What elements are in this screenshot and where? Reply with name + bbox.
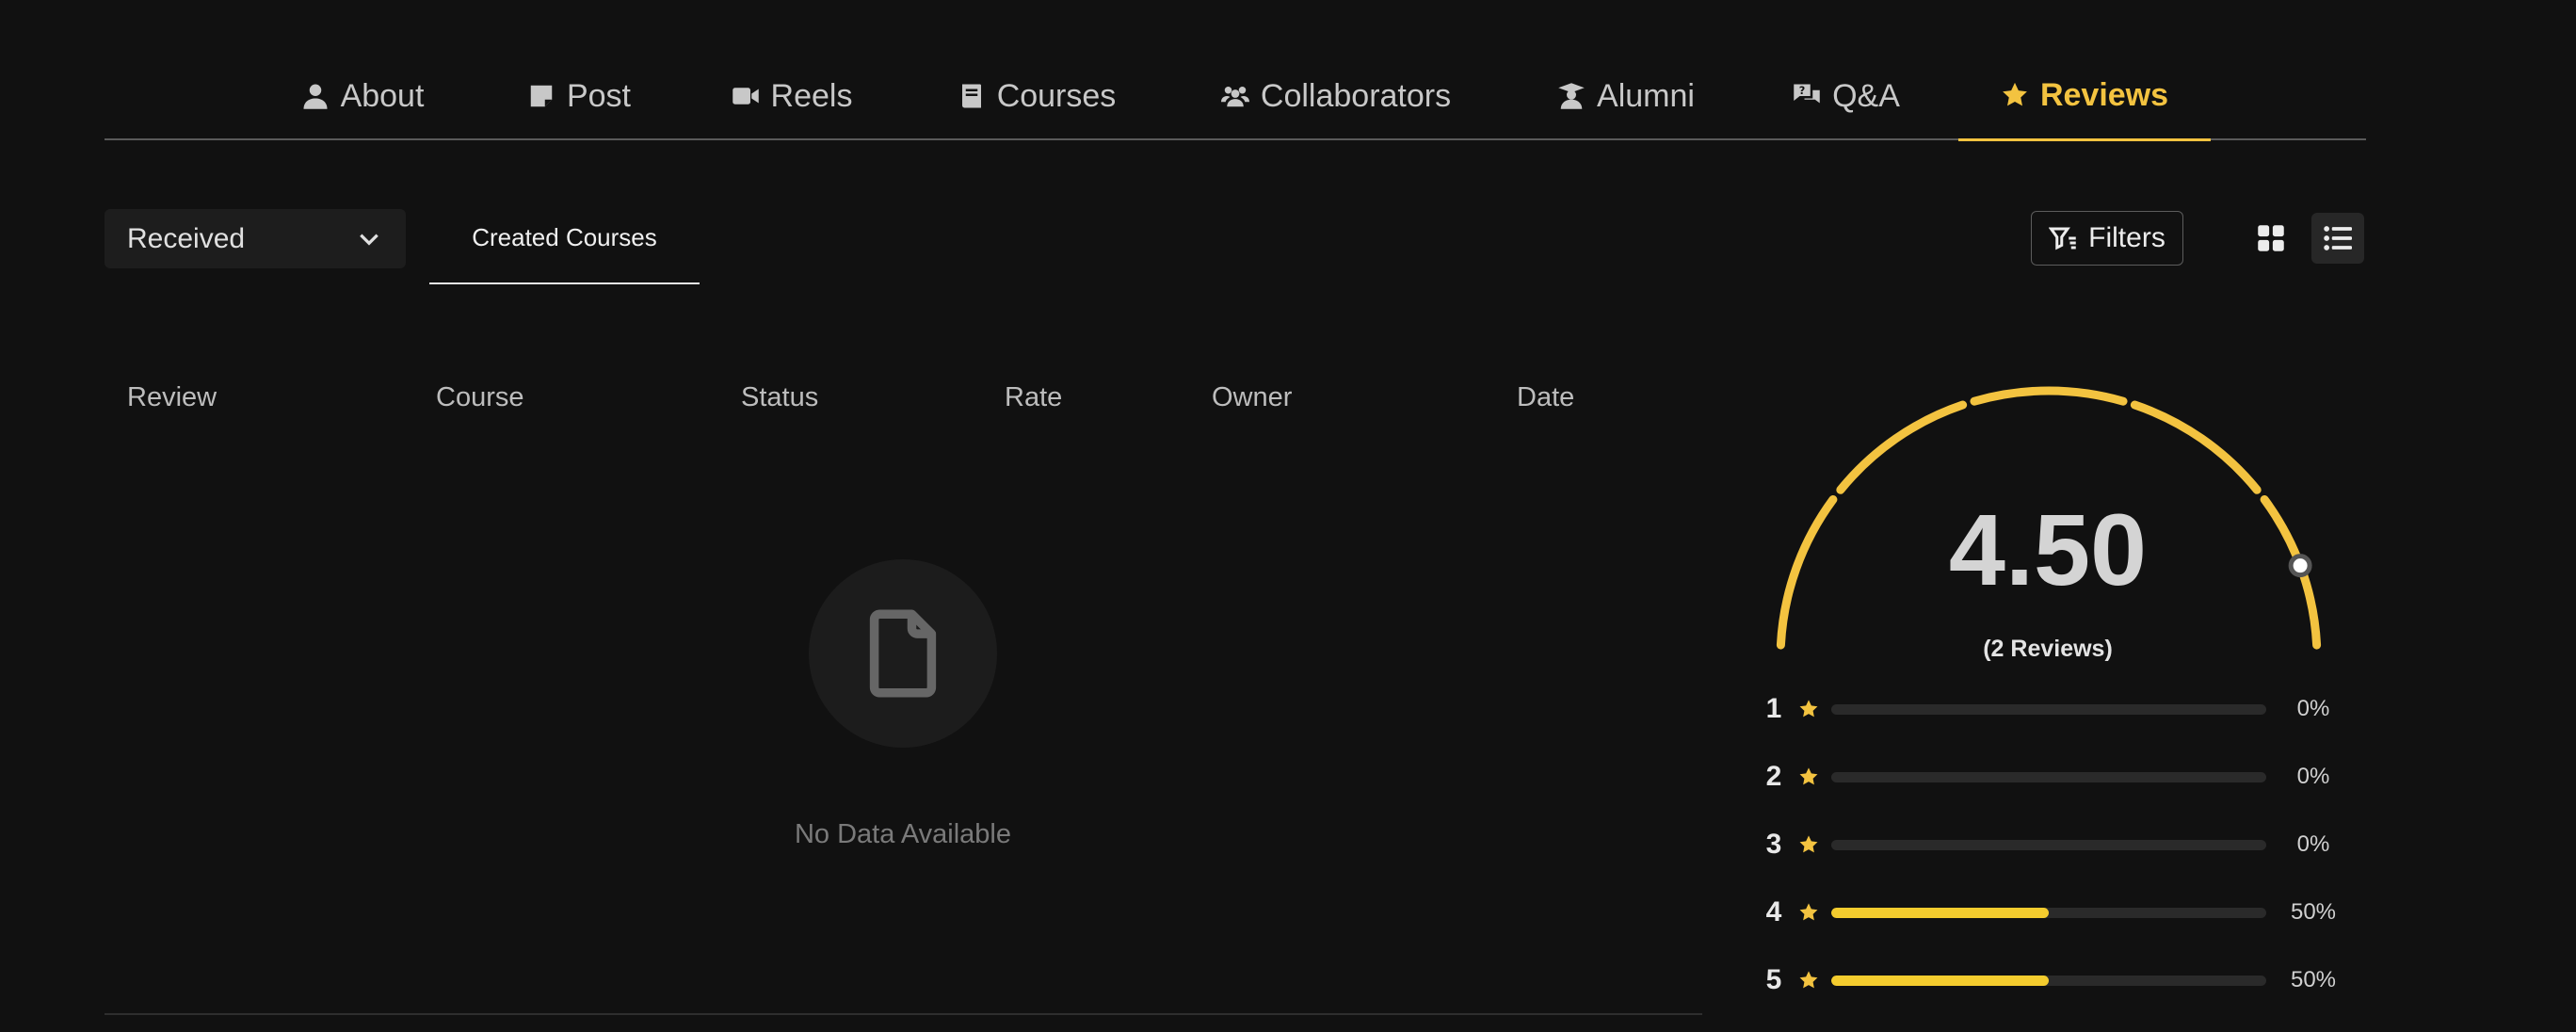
rating-bar-track [1831, 704, 2266, 715]
gauge-indicator [2288, 554, 2312, 578]
rating-bar-track [1831, 908, 2266, 918]
note-icon [530, 85, 553, 107]
empty-state-message: No Data Available [794, 819, 1011, 849]
star-icon [2003, 82, 2027, 106]
list-icon [2324, 226, 2352, 250]
gauge-segment [1836, 400, 1968, 494]
gauge-segment [2130, 400, 2262, 494]
tab-post[interactable]: Post [519, 52, 639, 140]
review-count: (2 Reviews) [1983, 636, 2113, 662]
tab-qa-label: Q&A [1832, 77, 1900, 114]
rating-bar-fill [1831, 908, 2049, 918]
column-header-owner[interactable]: Owner [1212, 382, 1292, 413]
tab-reels-label: Reels [770, 77, 853, 114]
tab-courses[interactable]: Courses [952, 52, 1121, 140]
tab-reels[interactable]: Reels [728, 52, 856, 140]
tab-collaborators[interactable]: Collaborators [1214, 52, 1458, 140]
tab-reviews-label: Reviews [2039, 76, 2169, 113]
comments-icon: ? [1794, 84, 1820, 104]
rating-row-percent: 0% [2296, 696, 2330, 721]
rating-row-4: 4 50% [1763, 894, 2346, 931]
review-direction-dropdown[interactable]: Received [105, 209, 406, 268]
rating-bar-track [1831, 840, 2266, 850]
profile-tab-bar: About Post Reels Courses Collaborators A… [105, 52, 2366, 141]
rating-row-percent: 0% [2296, 831, 2330, 857]
table-divider [105, 1013, 1702, 1015]
tab-created-courses[interactable]: Created Courses [429, 209, 700, 284]
user-icon [303, 84, 328, 109]
rating-row-percent: 50% [2290, 899, 2337, 925]
filters-label: Filters [2088, 222, 2165, 253]
users-icon [1220, 87, 1249, 107]
filter-icon [2049, 227, 2076, 250]
video-icon [732, 88, 759, 105]
graduate-icon [1558, 83, 1585, 109]
book-icon [961, 84, 981, 108]
tab-courses-label: Courses [996, 77, 1117, 114]
rating-row-stars: 1 [1765, 693, 1782, 724]
tab-post-label: Post [566, 77, 632, 114]
star-icon [1799, 767, 1818, 785]
star-icon [1799, 903, 1818, 921]
rating-row-stars: 5 [1765, 964, 1782, 995]
column-header-rate[interactable]: Rate [1005, 382, 1062, 413]
tab-collaborators-label: Collaborators [1260, 77, 1452, 114]
rating-bar-fill [1831, 976, 2049, 986]
gauge-segment [1970, 386, 2128, 406]
rating-row-stars: 3 [1765, 829, 1782, 860]
rating-row-2: 2 0% [1763, 758, 2346, 796]
grid-view-button[interactable] [2245, 213, 2297, 264]
column-header-status[interactable]: Status [741, 382, 818, 413]
rating-row-percent: 50% [2290, 967, 2337, 992]
rating-row-percent: 0% [2296, 764, 2330, 789]
gauge-segment [1776, 494, 1838, 650]
rating-row-stars: 2 [1765, 761, 1782, 792]
grid-icon [2258, 225, 2284, 251]
tab-reviews[interactable]: Reviews [1958, 52, 2211, 141]
empty-state-badge [809, 559, 997, 748]
filters-button[interactable]: Filters [2031, 211, 2183, 266]
rating-bar-track [1831, 976, 2266, 986]
rating-bar-track [1831, 772, 2266, 782]
tab-about[interactable]: About [293, 52, 432, 140]
rating-row-1: 1 0% [1763, 690, 2346, 728]
rating-row-5: 5 50% [1763, 961, 2346, 999]
rating-row-3: 3 0% [1763, 826, 2346, 863]
star-icon [1799, 700, 1818, 718]
column-header-date[interactable]: Date [1517, 382, 1574, 413]
column-header-course[interactable]: Course [436, 382, 524, 413]
tab-alumni-label: Alumni [1597, 77, 1695, 114]
tab-created-courses-label: Created Courses [472, 222, 657, 251]
star-icon [1799, 971, 1818, 989]
chevron-down-icon [360, 234, 378, 246]
average-rating-score: 4.50 [1948, 492, 2148, 606]
column-header-review[interactable]: Review [127, 382, 217, 413]
tab-about-label: About [340, 77, 425, 114]
tab-alumni[interactable]: Alumni [1551, 52, 1701, 140]
dropdown-selected-value: Received [127, 222, 246, 254]
file-icon [869, 609, 937, 698]
tab-qa[interactable]: ? Q&A [1785, 52, 1908, 140]
star-icon [1799, 835, 1818, 853]
svg-text:?: ? [1799, 85, 1806, 97]
list-view-button[interactable] [2311, 213, 2364, 264]
rating-row-stars: 4 [1765, 896, 1782, 927]
